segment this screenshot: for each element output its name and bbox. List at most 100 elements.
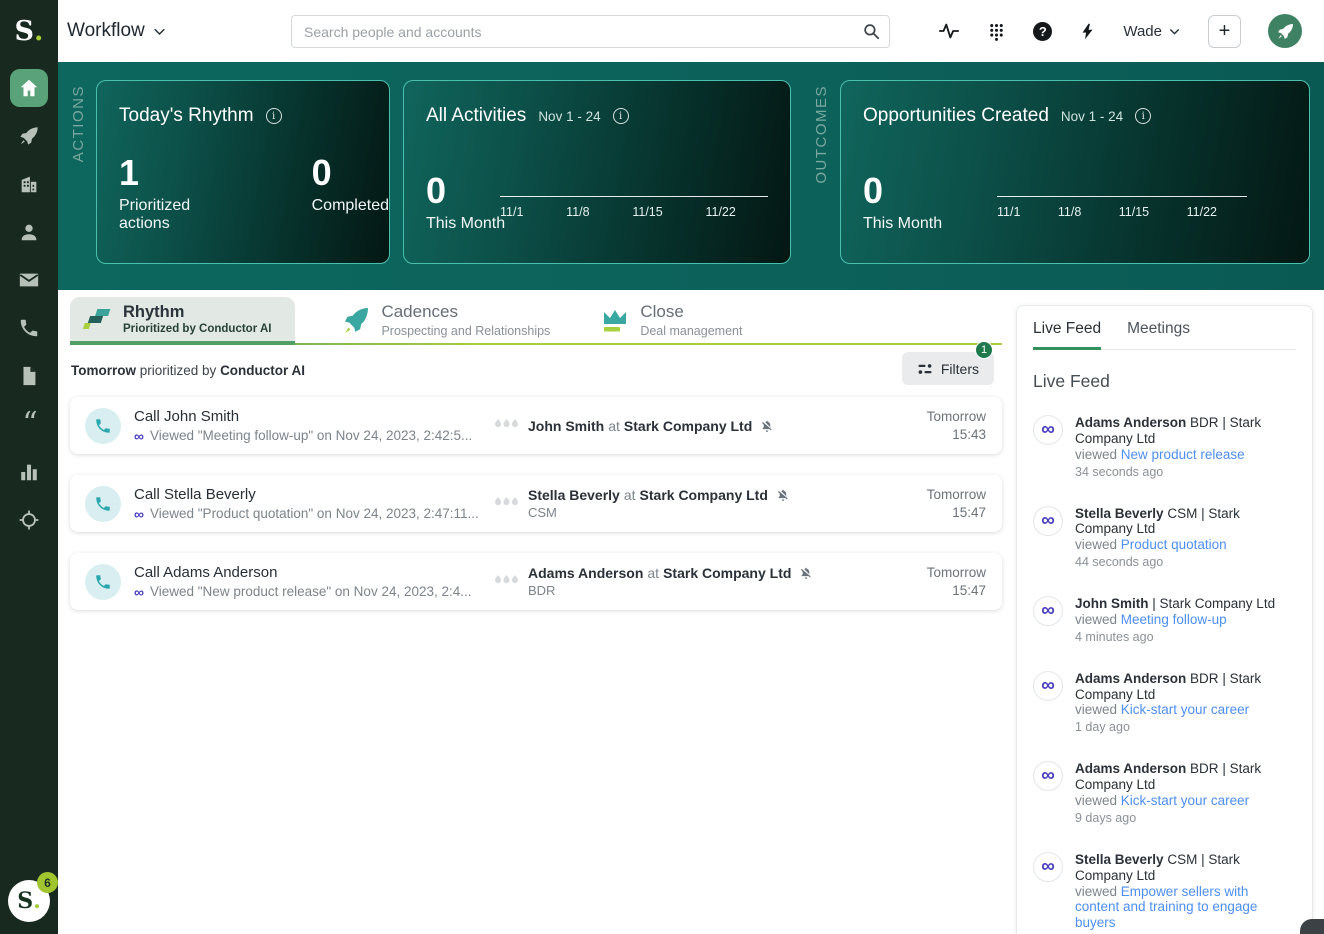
tab-cadences[interactable]: Cadences Prospecting and Relationships [337, 297, 554, 343]
all-activities-card: All Activities Nov 1 - 24 0 This Month 1… [403, 80, 791, 264]
filters-icon [917, 361, 933, 377]
hot-lead-flames-icon [494, 496, 519, 511]
info-icon[interactable] [1135, 108, 1151, 124]
person-name[interactable]: John Smith [528, 418, 604, 434]
activities-sparkline: 11/1 11/8 11/15 11/22 [500, 196, 768, 219]
tab-live-feed[interactable]: Live Feed [1033, 320, 1101, 349]
dialpad-icon[interactable] [987, 22, 1006, 41]
tab-rhythm[interactable]: Rhythm Prioritized by Conductor AI [70, 297, 295, 345]
sidebar-item-accounts[interactable] [10, 165, 48, 203]
sidebar-item-home[interactable] [10, 69, 48, 107]
due-day: Tomorrow [896, 564, 986, 582]
help-icon[interactable] [1033, 22, 1052, 41]
viewed-text: Viewed "Meeting follow-up" on Nov 24, 20… [150, 428, 472, 443]
chat-widget-corner[interactable] [1300, 919, 1324, 934]
outcomes-section-label: OUTCOMES [813, 85, 830, 184]
todays-rhythm-card: Today's Rhythm 1 Prioritized actions 0 C… [96, 80, 390, 264]
activity-pulse-icon[interactable] [938, 20, 960, 42]
tab-meetings[interactable]: Meetings [1127, 320, 1190, 349]
feed-headline: John Smith | Stark Company Ltd [1075, 596, 1296, 612]
workflow-menu[interactable]: Workflow [67, 20, 167, 42]
document-icon [18, 365, 40, 387]
company-infinity-avatar: ∞ [1033, 671, 1063, 701]
feed-person[interactable]: Adams Anderson [1075, 415, 1186, 430]
person-name[interactable]: Stella Beverly [528, 487, 620, 503]
sidebar-item-analytics[interactable] [10, 453, 48, 491]
home-icon [18, 77, 40, 99]
feed-headline: Adams Anderson BDR | Stark Company Ltd [1075, 415, 1296, 447]
viewed-word: viewed [1075, 793, 1117, 808]
call-icon [85, 564, 121, 600]
feed-headline: Adams Anderson BDR | Stark Company Ltd [1075, 761, 1296, 793]
header-day: Tomorrow [71, 363, 136, 378]
sidebar-item-people[interactable] [10, 213, 48, 251]
feed-item: ∞ Stella Beverly CSM | Stark Company Ltd… [1033, 506, 1296, 571]
company-name[interactable]: Stark Company Ltd [624, 418, 752, 434]
filters-button[interactable]: Filters 1 [902, 352, 994, 385]
bar-chart-icon [18, 461, 40, 483]
feed-person[interactable]: Stella Beverly [1075, 506, 1164, 521]
launch-rocket-button[interactable] [1268, 14, 1302, 48]
feed-person[interactable]: Stella Beverly [1075, 852, 1164, 867]
salesloft-logo[interactable]: S. [0, 0, 58, 62]
feed-timestamp: 44 seconds ago [1075, 555, 1296, 570]
action-row-call-stella-beverly[interactable]: Call Stella Beverly ∞ Viewed "Product qu… [70, 475, 1002, 532]
user-menu[interactable]: Wade [1123, 23, 1181, 40]
company-name[interactable]: Stark Company Ltd [640, 487, 768, 503]
feed-headline: Stella Beverly CSM | Stark Company Ltd [1075, 852, 1296, 884]
info-icon[interactable] [266, 108, 282, 124]
stat-prioritized: 1 Prioritized actions [119, 155, 227, 233]
feed-person[interactable]: Adams Anderson [1075, 761, 1186, 776]
feed-timestamp: 1 day ago [1075, 720, 1296, 735]
viewed-word: viewed [1075, 612, 1117, 627]
tab-sublabel: Prospecting and Relationships [381, 324, 550, 338]
person-name[interactable]: Adams Anderson [528, 565, 643, 581]
sidebar-item-cadences[interactable] [10, 117, 48, 155]
quote-icon: “ [22, 417, 35, 431]
add-button[interactable]: + [1208, 15, 1241, 48]
search-input[interactable] [291, 15, 890, 48]
feed-link[interactable]: Kick-start your career [1121, 702, 1249, 717]
tick-label: 11/15 [632, 205, 662, 219]
tab-close[interactable]: Close Deal management [596, 297, 746, 343]
stat-value: 0 [426, 173, 505, 209]
card-date-range: Nov 1 - 24 [538, 109, 600, 124]
notification-badge: 6 [37, 872, 58, 893]
feed-action-line: viewed New product release [1075, 447, 1296, 463]
sidebar-item-content[interactable] [10, 357, 48, 395]
company-infinity-avatar: ∞ [1033, 761, 1063, 791]
feed-link[interactable]: Meeting follow-up [1121, 612, 1227, 627]
feed-link[interactable]: Kick-start your career [1121, 793, 1249, 808]
sidebar-item-email[interactable] [10, 261, 48, 299]
feed-role: BDR [1190, 671, 1219, 686]
feed-link[interactable]: Product quotation [1121, 537, 1227, 552]
person-icon [18, 221, 40, 243]
action-row-call-adams-anderson[interactable]: Call Adams Anderson ∞ Viewed "New produc… [70, 553, 1002, 610]
sidebar-item-hot-leads[interactable] [10, 501, 48, 539]
info-icon[interactable] [613, 108, 629, 124]
feed-person[interactable]: Adams Anderson [1075, 671, 1186, 686]
feed-item: ∞ Adams Anderson BDR | Stark Company Ltd… [1033, 671, 1296, 736]
do-not-disturb-icon [776, 488, 790, 502]
filters-label: Filters [941, 361, 979, 377]
sidebar-item-calls[interactable] [10, 309, 48, 347]
search-icon[interactable] [862, 22, 881, 41]
feed-person[interactable]: John Smith [1075, 596, 1149, 611]
viewed-infinity-icon: ∞ [134, 509, 144, 519]
feed-role: CSM [1167, 506, 1197, 521]
feed-link[interactable]: New product release [1121, 447, 1245, 462]
viewed-text: Viewed "Product quotation" on Nov 24, 20… [150, 506, 479, 521]
user-avatar-footer[interactable]: S. 6 [8, 880, 52, 924]
feed-timestamp: 9 days ago [1075, 811, 1296, 826]
page-title: Workflow [67, 20, 145, 42]
feed-role: BDR [1190, 761, 1219, 776]
feed-action-line: viewed Kick-start your career [1075, 702, 1296, 718]
action-row-call-john-smith[interactable]: Call John Smith ∞ Viewed "Meeting follow… [70, 397, 1002, 454]
company-name[interactable]: Stark Company Ltd [663, 565, 791, 581]
company-infinity-avatar: ∞ [1033, 852, 1063, 882]
tick-label: 11/15 [1119, 205, 1149, 219]
stat-value: 1 [119, 155, 227, 191]
live-feed-tabs: Live Feed Meetings [1033, 320, 1296, 350]
lightning-icon[interactable] [1079, 21, 1096, 42]
sidebar-item-snippets[interactable]: “ [10, 405, 48, 443]
